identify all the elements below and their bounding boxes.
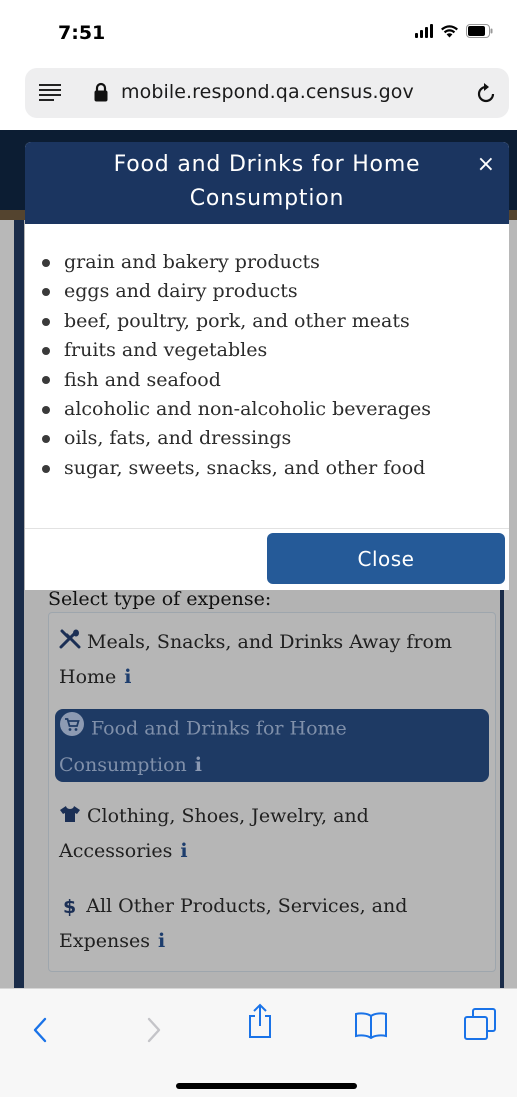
modal-title: Food and Drinks for Home Consumption (113, 152, 421, 211)
bookmarks-icon[interactable] (354, 1011, 388, 1039)
battery-icon (466, 24, 493, 38)
status-time: 7:51 (58, 22, 106, 44)
home-indicator (176, 1083, 357, 1089)
forward-icon[interactable] (146, 1017, 162, 1043)
fork-knife-icon (59, 626, 81, 660)
tshirt-icon (59, 800, 81, 834)
list-item: oils, fats, and dressings (42, 424, 431, 453)
option-label-cont: Expenses (59, 930, 150, 952)
option-other[interactable]: $ All Other Products, Services, and Expen… (59, 889, 489, 958)
list-item: eggs and dairy products (42, 277, 431, 306)
modal-divider (25, 528, 509, 529)
reader-menu-icon[interactable] (39, 83, 61, 101)
list-item: alcoholic and non-alcoholic beverages (42, 395, 431, 424)
list-item: beef, poultry, pork, and other meats (42, 307, 431, 336)
url-text[interactable]: mobile.respond.qa.census.gov (121, 81, 414, 103)
wifi-icon (441, 25, 458, 38)
select-expense-label: Select type of expense: (48, 588, 272, 610)
modal-header: Food and Drinks for Home Consumption × (25, 142, 509, 224)
option-label-cont: Home (59, 666, 117, 688)
expense-options: Meals, Snacks, and Drinks Away from Home… (48, 612, 496, 972)
share-icon[interactable] (247, 1003, 273, 1039)
status-icons (415, 24, 493, 38)
option-label: Meals, Snacks, and Drinks Away from (87, 631, 452, 653)
close-icon[interactable]: × (477, 152, 495, 177)
tabs-icon[interactable] (463, 1007, 497, 1041)
signal-icon (415, 24, 433, 38)
option-meals[interactable]: Meals, Snacks, and Drinks Away from Home… (59, 625, 489, 694)
list-item: fish and seafood (42, 366, 431, 395)
modal-body: grain and bakery products eggs and dairy… (25, 224, 509, 528)
dollar-icon: $ (63, 896, 77, 918)
info-icon[interactable]: i (180, 840, 187, 862)
option-label: Food and Drinks for Home (91, 717, 347, 740)
option-label: Clothing, Shoes, Jewelry, and (87, 805, 369, 827)
option-label-cont: Accessories (59, 840, 173, 862)
back-icon[interactable] (32, 1017, 48, 1043)
option-food-home-selected[interactable]: Food and Drinks for Home Consumption i (55, 709, 489, 782)
food-category-list: grain and bakery products eggs and dairy… (42, 248, 431, 483)
lock-icon (94, 82, 108, 102)
browser-toolbar (0, 988, 517, 1097)
list-item: sugar, sweets, snacks, and other food (42, 454, 431, 483)
option-clothing[interactable]: Clothing, Shoes, Jewelry, and Accessorie… (59, 799, 489, 868)
close-button[interactable]: Close (267, 533, 505, 584)
list-item: fruits and vegetables (42, 336, 431, 365)
option-label-cont: Consumption (59, 754, 187, 776)
option-label: All Other Products, Services, and (86, 895, 408, 917)
shopping-cart-icon (59, 711, 85, 748)
info-icon[interactable]: i (158, 930, 165, 952)
address-bar[interactable]: mobile.respond.qa.census.gov (25, 68, 509, 118)
info-modal: Food and Drinks for Home Consumption × g… (25, 142, 509, 590)
info-icon[interactable]: i (124, 666, 131, 688)
list-item: grain and bakery products (42, 248, 431, 277)
status-bar: 7:51 (0, 0, 517, 62)
info-icon[interactable]: i (195, 754, 202, 776)
reload-icon[interactable] (473, 80, 499, 106)
